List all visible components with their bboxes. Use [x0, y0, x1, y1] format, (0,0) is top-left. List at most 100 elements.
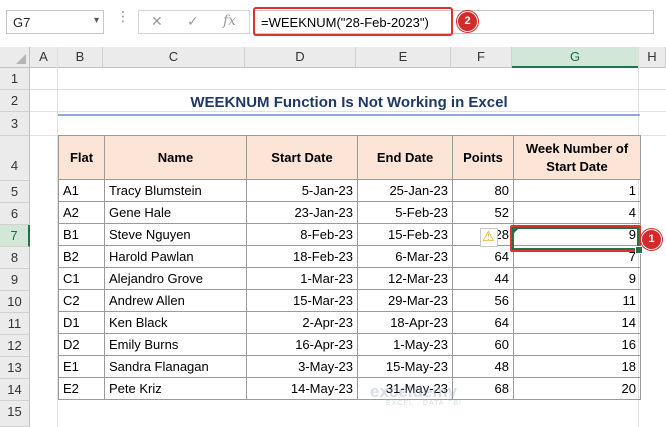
cell-start-date[interactable]: 14-May-23 — [246, 377, 358, 400]
cell-name[interactable]: Andrew Allen — [104, 289, 247, 312]
cell-start-date[interactable]: 16-Apr-23 — [246, 333, 358, 356]
cell-end-date[interactable]: 25-Jan-23 — [357, 179, 453, 202]
row-header-14[interactable]: 14 — [0, 379, 30, 401]
row-header-3[interactable]: 3 — [0, 112, 30, 136]
row-header-8[interactable]: 8 — [0, 247, 30, 269]
cell-flat[interactable]: B1 — [58, 223, 105, 246]
table-row: E1 Sandra Flanagan 3-May-23 15-May-23 48… — [58, 355, 641, 378]
row-header-2[interactable]: 2 — [0, 90, 30, 112]
table-row: A2 Gene Hale 23-Jan-23 5-Feb-23 52 4 — [58, 201, 641, 224]
row-header-4[interactable]: 4 — [0, 136, 30, 181]
cell-week-number[interactable]: 9 — [513, 267, 641, 290]
cell-start-date[interactable]: 5-Jan-23 — [246, 179, 358, 202]
cancel-icon[interactable]: ✕ — [151, 13, 163, 30]
row-header-9[interactable]: 9 — [0, 269, 30, 291]
column-header-b[interactable]: B — [58, 47, 103, 68]
row-header-1[interactable]: 1 — [0, 68, 30, 90]
cell-start-date[interactable]: 2-Apr-23 — [246, 311, 358, 334]
cell-points[interactable]: 52 — [452, 201, 514, 224]
column-header-f[interactable]: F — [451, 47, 512, 68]
table-row: C1 Alejandro Grove 1-Mar-23 12-Mar-23 44… — [58, 267, 641, 290]
cell-end-date[interactable]: 15-May-23 — [357, 355, 453, 378]
cell-name[interactable]: Pete Kriz — [104, 377, 247, 400]
fill-handle[interactable] — [635, 246, 643, 254]
cell-end-date[interactable]: 15-Feb-23 — [357, 223, 453, 246]
cell-end-date[interactable]: 12-Mar-23 — [357, 267, 453, 290]
select-all-button[interactable] — [0, 47, 30, 68]
cell-flat[interactable]: D1 — [58, 311, 105, 334]
column-header-h[interactable]: H — [639, 47, 666, 68]
confirm-icon[interactable]: ✓ — [187, 13, 199, 30]
header-week-number[interactable]: Week Number of Start Date — [513, 135, 641, 180]
header-name[interactable]: Name — [104, 135, 247, 180]
drag-handle-icon[interactable]: ⋮ — [116, 9, 130, 23]
cell-name[interactable]: Steve Nguyen — [104, 223, 247, 246]
cell-points[interactable]: 60 — [452, 333, 514, 356]
cell-week-number[interactable]: 16 — [513, 333, 641, 356]
cell-start-date[interactable]: 18-Feb-23 — [246, 245, 358, 268]
cell-name[interactable]: Gene Hale — [104, 201, 247, 224]
cell-flat[interactable]: C2 — [58, 289, 105, 312]
cell-end-date[interactable]: 18-Apr-23 — [357, 311, 453, 334]
column-header-e[interactable]: E — [356, 47, 451, 68]
cell-end-date[interactable]: 6-Mar-23 — [357, 245, 453, 268]
row-header-15[interactable]: 15 — [0, 401, 30, 427]
row-header-6[interactable]: 6 — [0, 203, 30, 225]
column-header-c[interactable]: C — [103, 47, 245, 68]
cell-flat[interactable]: A2 — [58, 201, 105, 224]
cell-name[interactable]: Ken Black — [104, 311, 247, 334]
cell-week-number[interactable]: 18 — [513, 355, 641, 378]
header-end-date[interactable]: End Date — [357, 135, 453, 180]
table-header-row: Flat Name Start Date End Date Points Wee… — [58, 135, 641, 180]
cell-start-date[interactable]: 3-May-23 — [246, 355, 358, 378]
column-header-d[interactable]: D — [245, 47, 356, 68]
cell-week-number[interactable]: 11 — [513, 289, 641, 312]
cell-week-number[interactable]: 20 — [513, 377, 641, 400]
cell-points[interactable]: 80 — [452, 179, 514, 202]
cell-start-date[interactable]: 15-Mar-23 — [246, 289, 358, 312]
cell-end-date[interactable]: 1-May-23 — [357, 333, 453, 356]
cell-start-date[interactable]: 23-Jan-23 — [246, 201, 358, 224]
column-header-a[interactable]: A — [30, 47, 58, 68]
error-warning-button[interactable]: ⚠ — [480, 228, 498, 247]
row-header-13[interactable]: 13 — [0, 357, 30, 379]
cell-points[interactable]: 64 — [452, 245, 514, 268]
cell-points[interactable]: 44 — [452, 267, 514, 290]
row-header-12[interactable]: 12 — [0, 335, 30, 357]
cell-flat[interactable]: D2 — [58, 333, 105, 356]
cell-flat[interactable]: A1 — [58, 179, 105, 202]
cell-week-number[interactable]: 14 — [513, 311, 641, 334]
cell-name[interactable]: Alejandro Grove — [104, 267, 247, 290]
row-header-11[interactable]: 11 — [0, 313, 30, 335]
cell-name[interactable]: Tracy Blumstein — [104, 179, 247, 202]
cell-flat[interactable]: E2 — [58, 377, 105, 400]
cell-points[interactable]: 48 — [452, 355, 514, 378]
row-header-10[interactable]: 10 — [0, 291, 30, 313]
header-flat[interactable]: Flat — [58, 135, 105, 180]
cell-flat[interactable]: C1 — [58, 267, 105, 290]
chevron-down-icon[interactable]: ▾ — [94, 15, 99, 26]
formula-controls: ✕ ✓ fx — [138, 10, 250, 34]
row-header-5[interactable]: 5 — [0, 181, 30, 203]
cell-end-date[interactable]: 29-Mar-23 — [357, 289, 453, 312]
row-header-7[interactable]: 7 — [0, 225, 30, 247]
cell-name[interactable]: Sandra Flanagan — [104, 355, 247, 378]
cell-name[interactable]: Harold Pawlan — [104, 245, 247, 268]
header-start-date[interactable]: Start Date — [246, 135, 358, 180]
insert-function-icon[interactable]: fx — [223, 13, 236, 29]
cell-points[interactable]: 64 — [452, 311, 514, 334]
cell-flat[interactable]: E1 — [58, 355, 105, 378]
cell-week-number[interactable]: 4 — [513, 201, 641, 224]
cell-start-date[interactable]: 1-Mar-23 — [246, 267, 358, 290]
column-header-g[interactable]: G — [512, 47, 639, 68]
cell-week-number[interactable]: 1 — [513, 179, 641, 202]
table-row: D1 Ken Black 2-Apr-23 18-Apr-23 64 14 — [58, 311, 641, 334]
cell-end-date[interactable]: 5-Feb-23 — [357, 201, 453, 224]
header-points[interactable]: Points — [452, 135, 514, 180]
cell-points[interactable]: 56 — [452, 289, 514, 312]
name-box[interactable]: G7 ▾ — [6, 10, 104, 34]
active-cell-g7[interactable] — [512, 227, 639, 250]
cell-flat[interactable]: B2 — [58, 245, 105, 268]
cell-name[interactable]: Emily Burns — [104, 333, 247, 356]
cell-start-date[interactable]: 8-Feb-23 — [246, 223, 358, 246]
